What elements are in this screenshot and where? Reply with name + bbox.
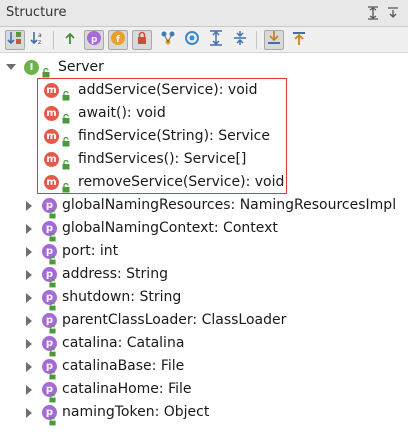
structure-tree: I Server m addService(Service): void m a… (0, 53, 408, 434)
tree-node-label: catalinaHome: File (62, 381, 192, 397)
tree-node-method[interactable]: m await(): void (0, 102, 408, 125)
tree-node-label: catalinaBase: File (62, 358, 185, 374)
tree-node-label: globalNamingResources: NamingResourcesIm… (62, 197, 397, 213)
show-anonymous-button[interactable] (182, 30, 202, 50)
tree-node-method[interactable]: m addService(Service): void (0, 79, 408, 102)
autoscroll-from-source-button[interactable] (289, 30, 309, 50)
sort-alphabetically-button[interactable]: az (28, 30, 48, 50)
tree-node-label: address: String (62, 266, 168, 282)
tree-node-label: removeService(Service): void (78, 174, 285, 190)
structure-toolbar: az p f (0, 27, 408, 53)
structure-title-bar: Structure (0, 0, 408, 27)
tree-node-label: shutdown: String (62, 289, 182, 305)
anonymous-icon (184, 30, 200, 50)
inherited-icon (62, 30, 78, 50)
tree-node-property[interactable]: p address: String (0, 263, 408, 288)
property-icon: p (86, 30, 102, 50)
collapse-arrow-icon[interactable] (6, 64, 16, 70)
expand-arrow-icon[interactable] (26, 362, 32, 372)
autoscroll-to-source-button[interactable] (264, 30, 284, 50)
sort-alpha-icon: az (30, 30, 46, 50)
expand-arrow-icon[interactable] (26, 201, 32, 211)
sort-visibility-icon (7, 30, 23, 50)
tree-node-property[interactable]: p shutdown: String (0, 286, 408, 311)
group-icon (160, 30, 176, 50)
tree-node-server[interactable]: I Server (0, 56, 408, 79)
autoscroll-to-source-icon (266, 30, 282, 50)
show-non-public-button[interactable] (132, 30, 152, 50)
group-methods-button[interactable] (158, 30, 178, 50)
unlock-icon (49, 411, 56, 434)
svg-text:z: z (38, 39, 41, 46)
tree-node-label: parentClassLoader: ClassLoader (62, 312, 287, 328)
interface-icon: I (24, 60, 39, 75)
tree-node-property[interactable]: p parentClassLoader: ClassLoader (0, 309, 408, 334)
field-icon: f (110, 30, 126, 50)
expand-arrow-icon[interactable] (26, 224, 32, 234)
method-icon: m (44, 152, 59, 167)
tree-node-property[interactable]: p catalina: Catalina (0, 332, 408, 357)
method-icon: m (44, 106, 59, 121)
collapse-all-button[interactable] (230, 30, 250, 50)
tree-node-property[interactable]: p globalNamingResources: NamingResources… (0, 194, 408, 219)
expand-all-button[interactable] (206, 30, 226, 50)
svg-text:a: a (38, 32, 42, 39)
tree-node-label: addService(Service): void (78, 82, 258, 98)
tree-node-label: findService(String): Service (78, 128, 270, 144)
panel-title: Structure (6, 5, 67, 20)
tree-node-label: await(): void (78, 105, 166, 121)
tree-node-method[interactable]: m findService(String): Service (0, 125, 408, 148)
lock-icon (134, 30, 150, 50)
expand-arrow-icon[interactable] (26, 293, 32, 303)
tree-node-property[interactable]: p catalinaBase: File (0, 355, 408, 380)
expand-arrow-icon[interactable] (26, 316, 32, 326)
expand-vertical-icon[interactable] (366, 6, 380, 20)
expand-arrow-icon[interactable] (26, 385, 32, 395)
svg-text:p: p (91, 35, 98, 45)
tree-node-method[interactable]: m findServices(): Service[] (0, 148, 408, 171)
method-icon: m (44, 175, 59, 190)
svg-text:f: f (116, 35, 120, 45)
method-icon: m (44, 129, 59, 144)
tree-node-label: port: int (62, 243, 119, 259)
show-properties-button[interactable]: p (84, 30, 104, 50)
tree-node-label: catalina: Catalina (62, 335, 185, 351)
tree-node-property[interactable]: p catalinaHome: File (0, 378, 408, 403)
tree-node-label: namingToken: Object (62, 404, 210, 420)
tree-node-label: globalNamingContext: Context (62, 220, 278, 236)
collapse-all-icon (232, 30, 248, 50)
expand-all-icon (208, 30, 224, 50)
tree-node-label: findServices(): Service[] (78, 151, 247, 167)
expand-arrow-icon[interactable] (26, 339, 32, 349)
tree-node-label: Server (58, 59, 104, 75)
show-inherited-button[interactable] (60, 30, 80, 50)
sort-by-visibility-button[interactable] (5, 30, 25, 50)
expand-arrow-icon[interactable] (26, 270, 32, 280)
tree-node-method[interactable]: m removeService(Service): void (0, 171, 408, 194)
autoscroll-from-source-icon (291, 30, 307, 50)
tree-node-property[interactable]: p namingToken: Object (0, 401, 408, 426)
method-icon: m (44, 83, 59, 98)
expand-arrow-icon[interactable] (26, 408, 32, 418)
expand-arrow-icon[interactable] (26, 247, 32, 257)
tree-node-property[interactable]: p port: int (0, 240, 408, 265)
hide-panel-icon[interactable] (386, 6, 400, 20)
tree-node-property[interactable]: p globalNamingContext: Context (0, 217, 408, 242)
show-fields-button[interactable]: f (108, 30, 128, 50)
